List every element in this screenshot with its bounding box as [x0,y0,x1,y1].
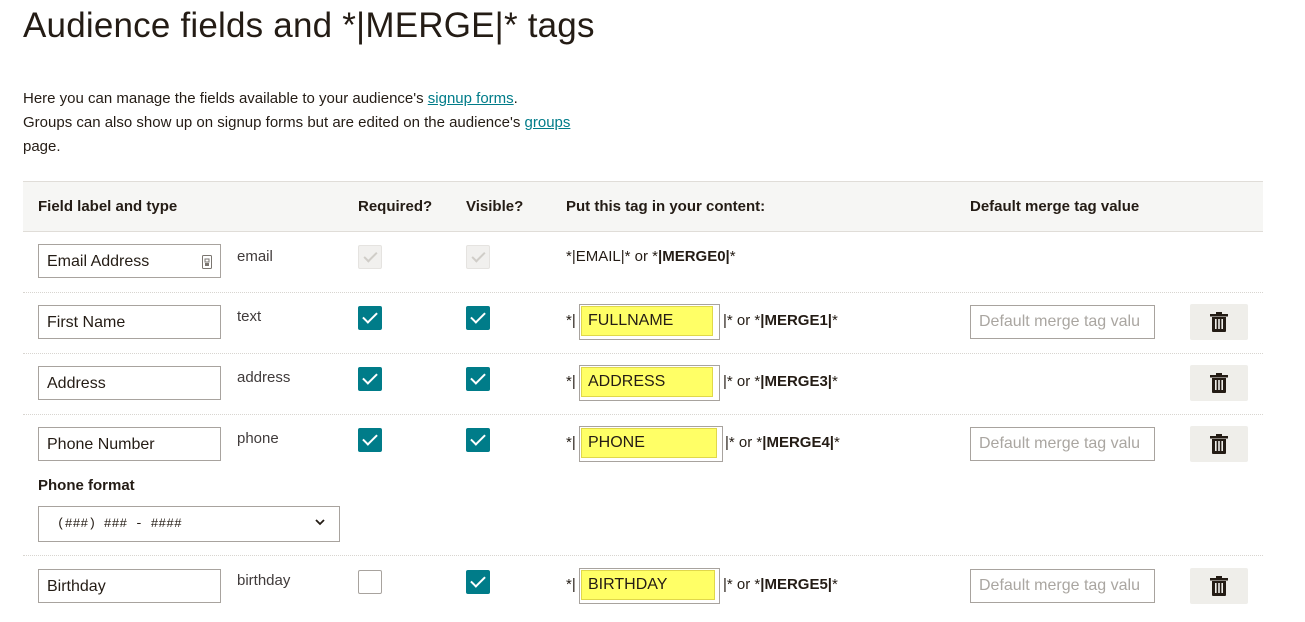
visible-checkbox-phone[interactable] [466,428,490,452]
phone-format-label: Phone format [38,477,135,494]
field-type: email [237,248,273,265]
merge-tag-value: BIRTHDAY [581,570,715,600]
merge-tag-input-phone[interactable]: PHONE [579,426,723,462]
table-header: Field label and type Required? Visible? … [23,182,1263,232]
table-row-first-name: First Name text *| FULLNAME |* or *|MERG… [23,292,1263,354]
table-row-birthday: Birthday birthday *| BIRTHDAY |* or *|ME… [23,556,1263,622]
table-row-address: Address address *| ADDRESS |* or *|MERGE… [23,353,1263,415]
field-label-input-email[interactable]: Email Address [38,244,221,278]
lock-icon [202,255,212,269]
phone-format-select[interactable]: (###) ### - #### [38,506,340,542]
delete-button-phone[interactable] [1190,426,1248,462]
table-row-email: Email Address email *|EMAIL|* or *|MERGE… [23,232,1263,293]
trash-icon [1210,373,1228,393]
header-visible: Visible? [466,198,524,215]
page-title: Audience fields and *|MERGE|* tags [23,6,595,45]
groups-link[interactable]: groups [525,114,571,131]
required-checkbox-birthday[interactable] [358,570,382,594]
header-field-label: Field label and type [38,198,178,215]
required-checkbox-email [358,245,382,269]
tag-text-email: *|EMAIL|* or *|MERGE0|* [566,248,736,265]
merge-tag-input-address[interactable]: ADDRESS [579,365,720,401]
tag-suffix-first-name: |* or *|MERGE1|* [723,312,838,329]
field-type: phone [237,430,279,447]
fields-table: Field label and type Required? Visible? … [23,181,1263,622]
field-label-input-address[interactable]: Address [38,366,221,400]
intro-line2-end: page. [23,138,61,155]
intro-line2-text: Groups can also show up on signup forms … [23,114,525,131]
required-checkbox-first-name[interactable] [358,306,382,330]
tag-prefix: *| [566,434,576,451]
default-value-input-phone[interactable]: Default merge tag valu [970,427,1155,461]
merge-tag-value: FULLNAME [581,306,713,336]
default-value-input-first-name[interactable]: Default merge tag valu [970,305,1155,339]
field-label-input-birthday[interactable]: Birthday [38,569,221,603]
intro-text: Here you can manage the fields available… [23,87,663,159]
merge-tag-value: ADDRESS [581,367,713,397]
trash-icon [1210,312,1228,332]
visible-checkbox-email [466,245,490,269]
trash-icon [1210,576,1228,596]
field-type: birthday [237,572,291,589]
field-label-input-phone[interactable]: Phone Number [38,427,221,461]
required-checkbox-phone[interactable] [358,428,382,452]
merge-tag-input-first-name[interactable]: FULLNAME [579,304,720,340]
header-tag: Put this tag in your content: [566,198,766,215]
phone-format-value: (###) ### - #### [57,516,182,531]
header-required: Required? [358,198,433,215]
intro-line1-text: Here you can manage the fields available… [23,90,428,107]
required-checkbox-address[interactable] [358,367,382,391]
delete-button-address[interactable] [1190,365,1248,401]
merge-tag-value: PHONE [581,428,717,458]
default-value-input-birthday[interactable]: Default merge tag valu [970,569,1155,603]
visible-checkbox-first-name[interactable] [466,306,490,330]
tag-prefix: *| [566,576,576,593]
field-label-input-first-name[interactable]: First Name [38,305,221,339]
table-row-phone: Phone Number phone *| PHONE |* or *|MERG… [23,414,1263,556]
header-default-value: Default merge tag value [970,198,1140,215]
tag-prefix: *| [566,312,576,329]
tag-suffix-birthday: |* or *|MERGE5|* [723,576,838,593]
trash-icon [1210,434,1228,454]
visible-checkbox-birthday[interactable] [466,570,490,594]
chevron-down-icon [315,519,325,526]
visible-checkbox-address[interactable] [466,367,490,391]
tag-prefix: *| [566,373,576,390]
delete-button-first-name[interactable] [1190,304,1248,340]
field-type: address [237,369,291,386]
field-type: text [237,308,262,325]
tag-suffix-phone: |* or *|MERGE4|* [725,434,840,451]
tag-suffix-address: |* or *|MERGE3|* [723,373,838,390]
field-label-value: Email Address [47,253,150,270]
merge-tag-input-birthday[interactable]: BIRTHDAY [579,568,720,604]
signup-forms-link[interactable]: signup forms [428,90,514,107]
intro-line1-end: . [513,90,518,107]
delete-button-birthday[interactable] [1190,568,1248,604]
